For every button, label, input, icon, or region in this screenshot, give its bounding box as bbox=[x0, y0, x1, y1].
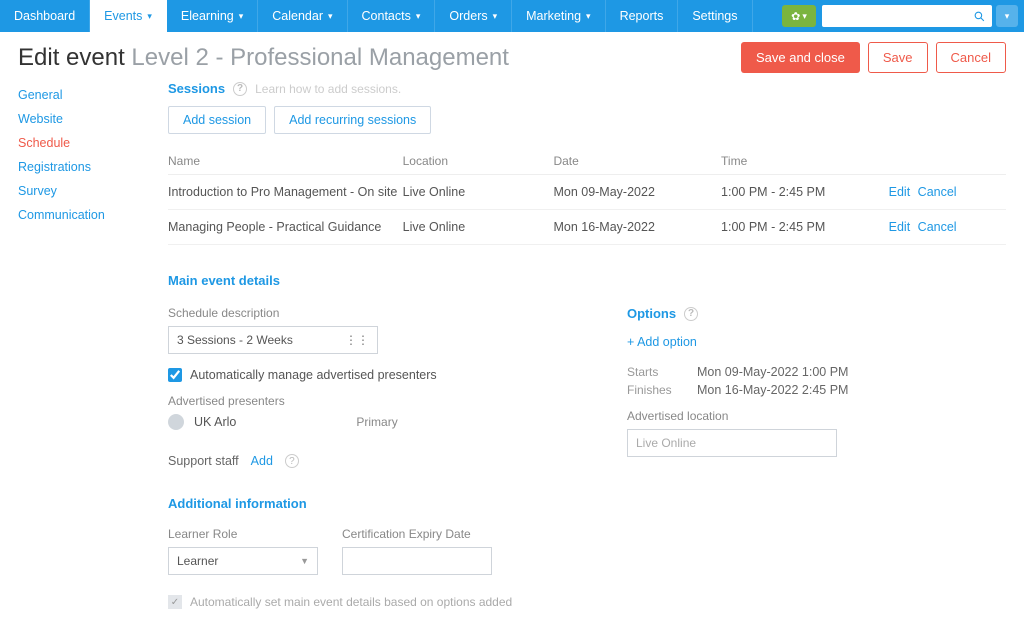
side-nav: General Website Schedule Registrations S… bbox=[18, 77, 128, 609]
main-event-details-heading: Main event details bbox=[168, 273, 1006, 288]
page-title: Edit event Level 2 - Professional Manage… bbox=[18, 44, 509, 72]
session-name: Managing People - Practical Guidance bbox=[168, 210, 403, 245]
cancel-session-link[interactable]: Cancel bbox=[918, 220, 957, 234]
chevron-down-icon: ▼ bbox=[300, 556, 309, 566]
checkbox-input[interactable] bbox=[168, 368, 182, 382]
sessions-heading: Sessions ? Learn how to add sessions. bbox=[168, 81, 1006, 96]
nav-dashboard[interactable]: Dashboard bbox=[0, 0, 90, 32]
col-date: Date bbox=[553, 148, 721, 175]
user-menu[interactable]: ▾ bbox=[996, 5, 1018, 27]
session-time: 1:00 PM - 2:45 PM bbox=[721, 210, 889, 245]
additional-information-heading: Additional information bbox=[168, 496, 1006, 511]
gear-icon: ✿ bbox=[791, 10, 800, 23]
table-row: Introduction to Pro Management - On site… bbox=[168, 175, 1006, 210]
sidebar-item-registrations[interactable]: Registrations bbox=[18, 155, 128, 179]
col-location: Location bbox=[403, 148, 554, 175]
presenter-name: UK Arlo bbox=[194, 415, 236, 429]
advertised-location-label: Advertised location bbox=[627, 409, 1006, 423]
chevron-down-icon: ▾ bbox=[586, 11, 591, 22]
sidebar-item-communication[interactable]: Communication bbox=[18, 203, 128, 227]
cert-expiry-input[interactable] bbox=[342, 547, 492, 575]
learner-role-select[interactable]: Learner ▼ bbox=[168, 547, 318, 575]
sidebar-item-schedule[interactable]: Schedule bbox=[18, 131, 128, 155]
nav-marketing[interactable]: Marketing▾ bbox=[512, 0, 605, 32]
save-button[interactable]: Save bbox=[868, 42, 928, 73]
nav-events[interactable]: Events▾ bbox=[90, 0, 167, 32]
auto-set-main-details-label: Automatically set main event details bas… bbox=[190, 595, 512, 609]
session-time: 1:00 PM - 2:45 PM bbox=[721, 175, 889, 210]
chevron-down-icon: ▾ bbox=[147, 11, 152, 22]
help-icon[interactable]: ? bbox=[285, 454, 299, 468]
cancel-session-link[interactable]: Cancel bbox=[918, 185, 957, 199]
drag-handle-icon: ⋮⋮ bbox=[345, 333, 369, 347]
sessions-table: Name Location Date Time Introduction to … bbox=[168, 148, 1006, 245]
main-content: Sessions ? Learn how to add sessions. Ad… bbox=[168, 77, 1006, 609]
options-heading: Options ? bbox=[627, 306, 1006, 321]
cancel-button[interactable]: Cancel bbox=[936, 42, 1006, 73]
search-input[interactable] bbox=[822, 5, 992, 27]
support-staff-label: Support staff bbox=[168, 454, 239, 468]
add-support-staff-link[interactable]: Add bbox=[251, 454, 273, 468]
advertised-presenters-label: Advertised presenters bbox=[168, 394, 547, 408]
nav-reports[interactable]: Reports bbox=[606, 0, 679, 32]
checkbox-label: Automatically manage advertised presente… bbox=[190, 368, 437, 382]
help-icon[interactable]: ? bbox=[684, 307, 698, 321]
session-name: Introduction to Pro Management - On site bbox=[168, 175, 403, 210]
auto-manage-presenters-checkbox[interactable]: Automatically manage advertised presente… bbox=[168, 368, 547, 382]
add-option-link[interactable]: + Add option bbox=[627, 335, 697, 349]
sidebar-item-survey[interactable]: Survey bbox=[18, 179, 128, 203]
col-name: Name bbox=[168, 148, 403, 175]
checkbox-disabled: ✓ bbox=[168, 595, 182, 609]
add-recurring-sessions-button[interactable]: Add recurring sessions bbox=[274, 106, 431, 134]
chevron-down-icon: ▾ bbox=[1005, 11, 1010, 22]
sidebar-item-general[interactable]: General bbox=[18, 83, 128, 107]
header-actions: Save and close Save Cancel bbox=[741, 42, 1006, 73]
finishes-row: Finishes Mon 16-May-2022 2:45 PM bbox=[627, 383, 1006, 397]
col-time: Time bbox=[721, 148, 889, 175]
table-row: Managing People - Practical Guidance Liv… bbox=[168, 210, 1006, 245]
chevron-down-icon: ▾ bbox=[239, 11, 244, 22]
chevron-down-icon: ▾ bbox=[493, 11, 498, 22]
nav-settings[interactable]: Settings bbox=[678, 0, 752, 32]
schedule-description-input[interactable]: 3 Sessions - 2 Weeks ⋮⋮ bbox=[168, 326, 378, 354]
session-location: Live Online bbox=[403, 210, 554, 245]
presenter-row: UK Arlo Primary bbox=[168, 414, 547, 430]
chevron-down-icon: ▾ bbox=[802, 11, 807, 22]
top-nav: Dashboard Events▾ Elearning▾ Calendar▾ C… bbox=[0, 0, 1024, 32]
sessions-learn-link[interactable]: Learn how to add sessions. bbox=[255, 82, 401, 96]
session-date: Mon 09-May-2022 bbox=[553, 175, 721, 210]
nav-contacts[interactable]: Contacts▾ bbox=[348, 0, 436, 32]
avatar-icon bbox=[168, 414, 184, 430]
edit-session-link[interactable]: Edit bbox=[889, 185, 911, 199]
nav-orders[interactable]: Orders▾ bbox=[435, 0, 512, 32]
learner-role-label: Learner Role bbox=[168, 527, 318, 541]
cert-expiry-label: Certification Expiry Date bbox=[342, 527, 492, 541]
presenter-role: Primary bbox=[356, 415, 397, 429]
add-session-button[interactable]: Add session bbox=[168, 106, 266, 134]
auto-set-main-details-row: ✓ Automatically set main event details b… bbox=[168, 595, 1006, 609]
gear-menu[interactable]: ✿▾ bbox=[782, 5, 816, 27]
page-header: Edit event Level 2 - Professional Manage… bbox=[0, 32, 1024, 77]
nav-elearning[interactable]: Elearning▾ bbox=[167, 0, 258, 32]
schedule-description-label: Schedule description bbox=[168, 306, 547, 320]
session-date: Mon 16-May-2022 bbox=[553, 210, 721, 245]
sidebar-item-website[interactable]: Website bbox=[18, 107, 128, 131]
advertised-location-input[interactable]: Live Online bbox=[627, 429, 837, 457]
help-icon[interactable]: ? bbox=[233, 82, 247, 96]
search-icon bbox=[973, 10, 986, 23]
save-and-close-button[interactable]: Save and close bbox=[741, 42, 860, 73]
chevron-down-icon: ▾ bbox=[328, 11, 333, 22]
chevron-down-icon: ▾ bbox=[416, 11, 421, 22]
session-location: Live Online bbox=[403, 175, 554, 210]
edit-session-link[interactable]: Edit bbox=[889, 220, 911, 234]
nav-calendar[interactable]: Calendar▾ bbox=[258, 0, 347, 32]
starts-row: Starts Mon 09-May-2022 1:00 PM bbox=[627, 365, 1006, 379]
